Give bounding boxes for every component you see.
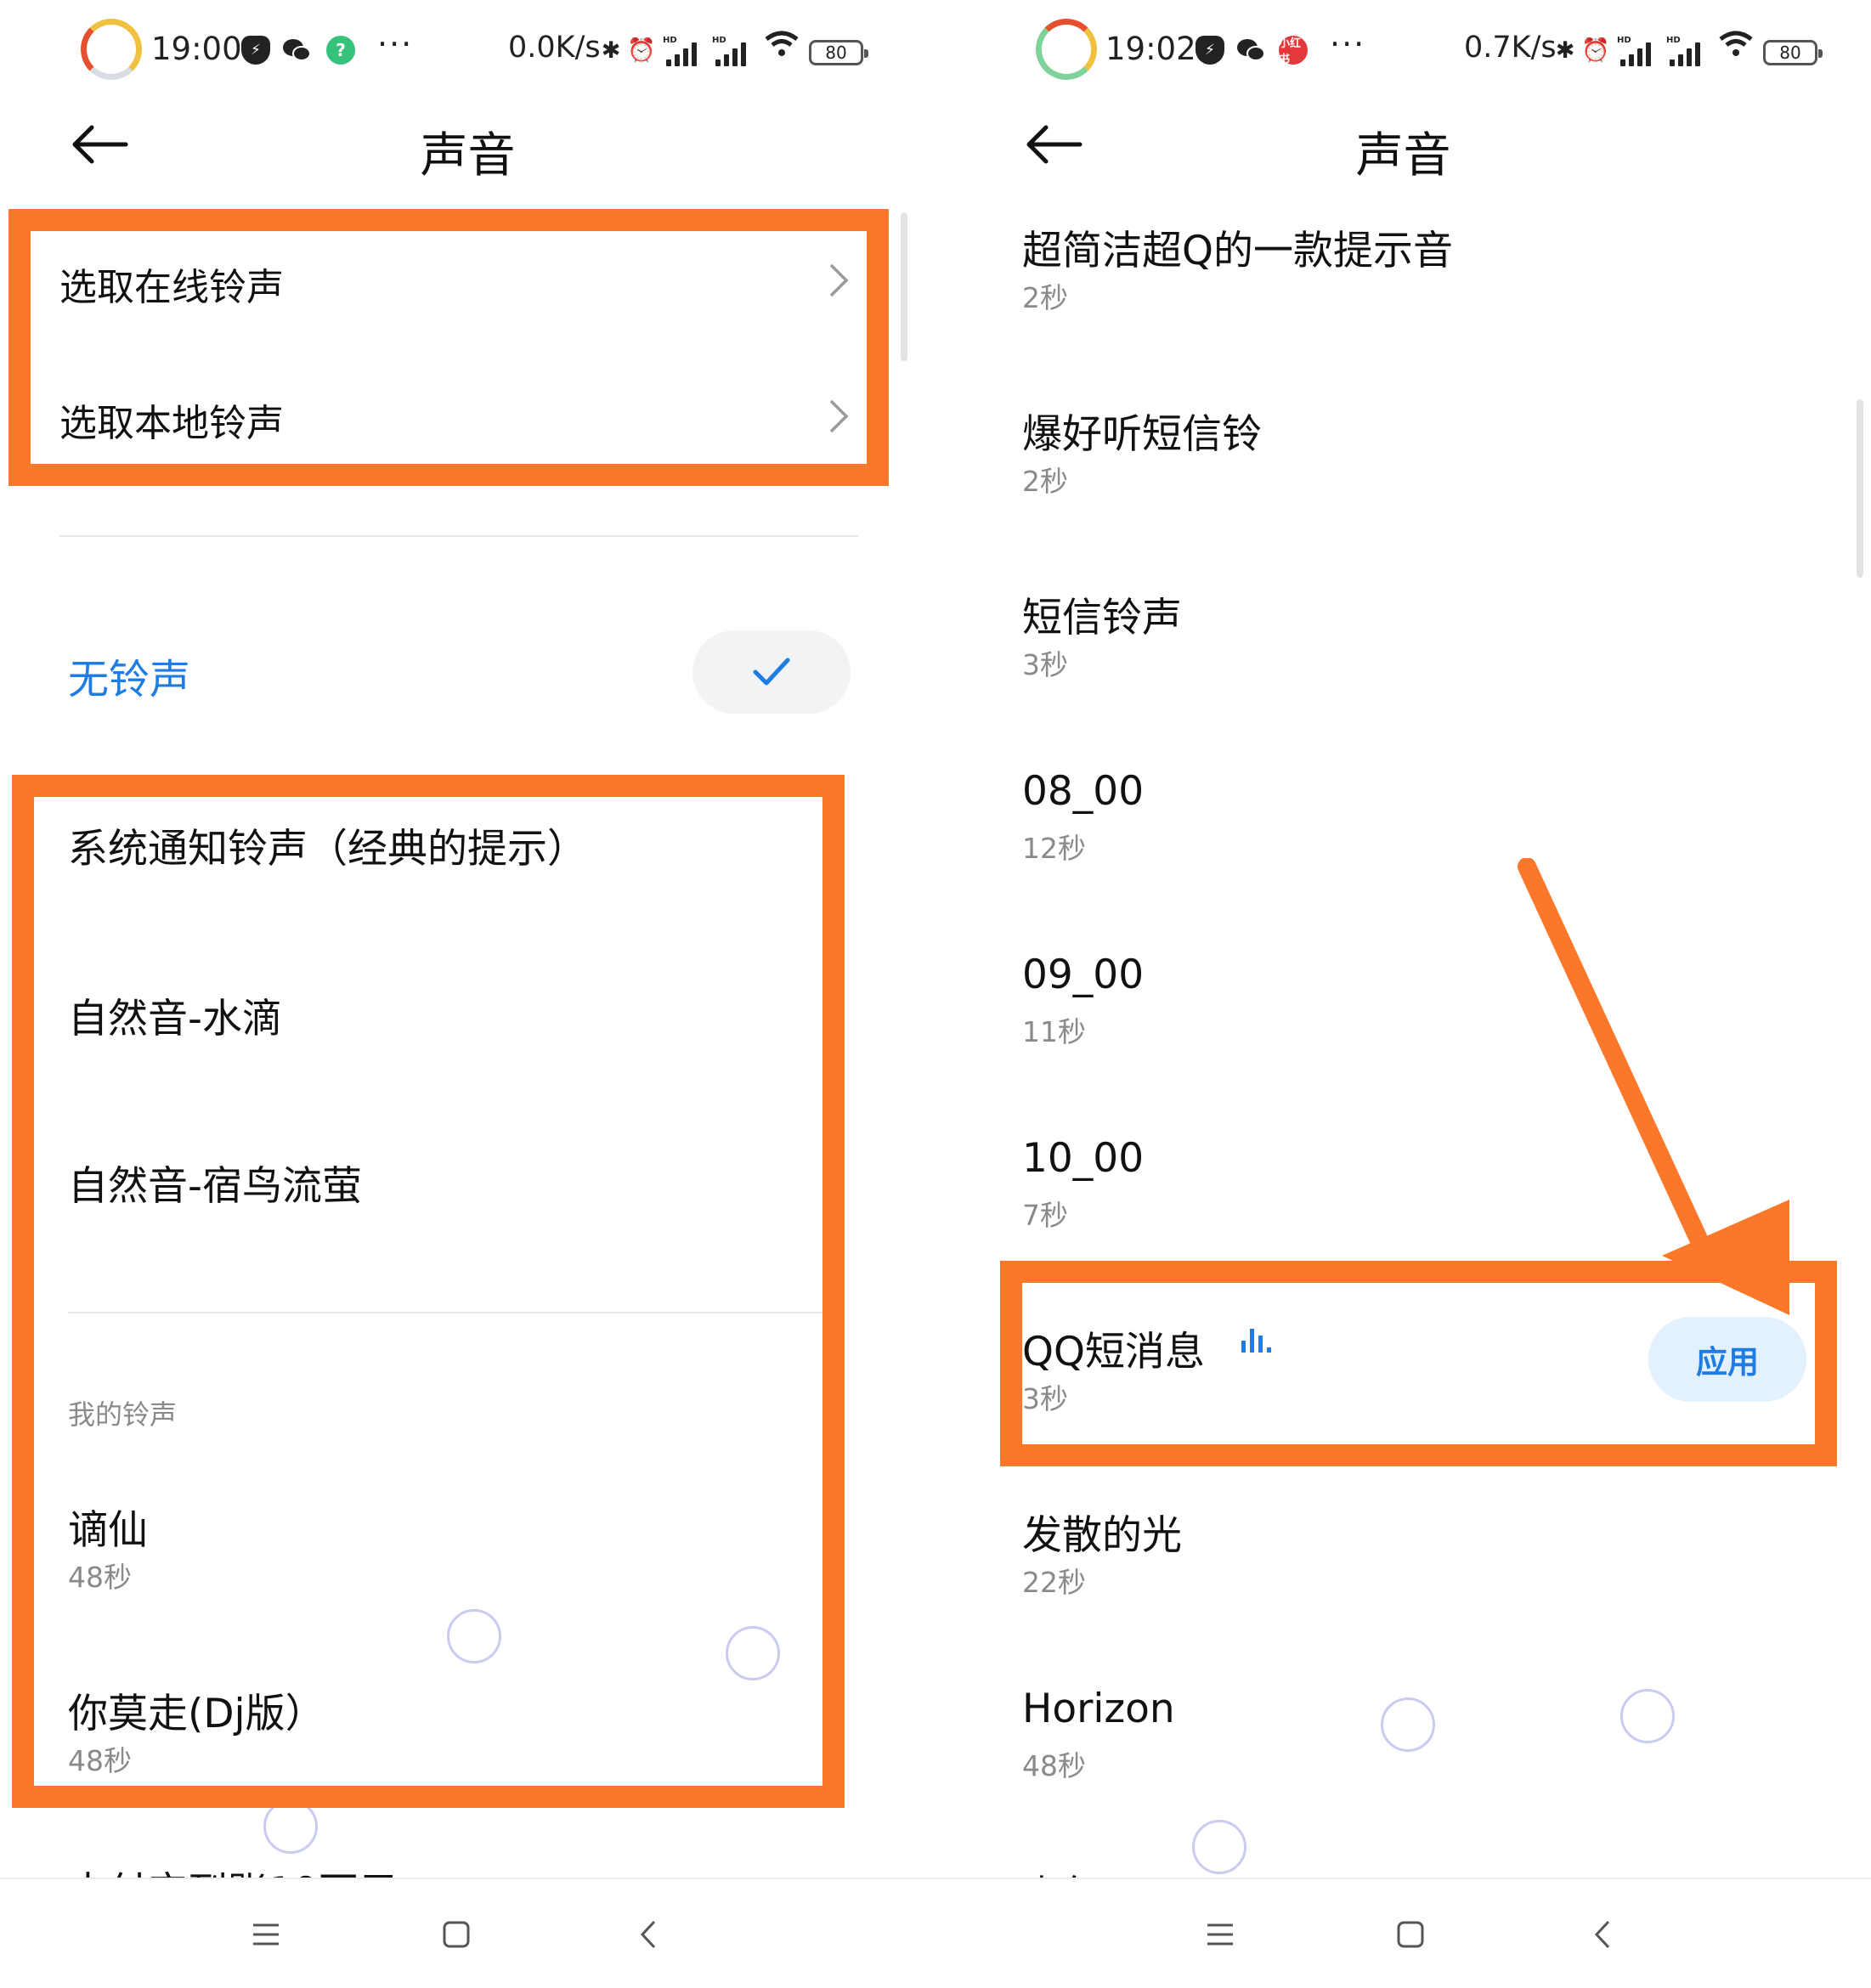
ringtone-item[interactable]: Horizon [1022,1686,1175,1732]
touch-indicator [1620,1689,1675,1743]
network-speed: 0.7K/s [1464,31,1557,65]
status-bar: 19:02 ⚡ 小红书 ··· 0.7K/s ✱ ⏰ HD HD 80 [935,19,1871,87]
ringtone-duration: 22秒 [1022,1566,1086,1599]
ringtone-duration: 2秒 [1022,465,1068,498]
more-notifications-icon: ··· [377,25,414,63]
ringtone-item[interactable]: 爆好听短信铃 [1022,401,1262,460]
help-icon: ? [326,36,355,65]
xiaohongshu-icon: 小红书 [1279,36,1308,66]
battery-icon: 80 [1763,40,1823,65]
home-square-icon[interactable] [435,1913,478,1956]
ringtone-duration: 3秒 [1022,648,1068,681]
battery-icon: 80 [809,40,868,65]
scrollbar[interactable] [901,212,907,361]
back-chevron-icon[interactable] [1583,1913,1625,1956]
back-chevron-icon[interactable] [629,1913,671,1956]
scrollbar[interactable] [1857,399,1863,578]
more-notifications-icon: ··· [1330,25,1366,63]
apply-button[interactable]: 应用 [1648,1317,1806,1402]
menu-icon[interactable] [1199,1913,1241,1956]
activity-ring-icon [1036,19,1097,80]
alarm-icon: ⏰ [627,37,656,64]
ringtone-item[interactable]: 08_00 [1022,768,1144,815]
status-bar: 19:00 ⚡ ? ··· 0.0K/s ✱ ⏰ HD HD 80 [0,19,935,87]
signal-icon [1620,34,1651,66]
ringtone-item[interactable]: 09_00 [1022,952,1144,998]
bluetooth-icon: ✱ [1555,37,1575,64]
ringtone-item[interactable]: 10_00 [1022,1135,1144,1182]
highlight-box [12,775,845,1808]
status-time: 19:00 [151,31,242,67]
wechat-icon [282,36,311,65]
checkmark-icon [753,658,790,686]
shield-icon: ⚡ [1196,36,1224,65]
ringtone-duration: 2秒 [1022,281,1068,314]
signal-icon [666,34,697,66]
touch-indicator [1192,1820,1246,1874]
ringtone-duration: 12秒 [1022,832,1086,865]
signal-icon-2 [715,34,746,66]
ringtone-duration: 7秒 [1022,1199,1068,1232]
menu-icon[interactable] [245,1913,287,1956]
ringtone-item[interactable]: 发散的光 [1022,1502,1182,1561]
ringtone-duration: 11秒 [1022,1015,1086,1048]
highlight-box [8,209,889,486]
activity-ring-icon [81,19,142,80]
selected-indicator[interactable] [692,630,851,714]
page-title: 声音 [1355,128,1451,184]
no-ringtone-option[interactable]: 无铃声 [68,646,190,705]
alarm-icon: ⏰ [1581,37,1610,64]
status-time: 19:02 [1105,31,1196,67]
navigation-bar [0,1878,935,1988]
ringtone-item[interactable]: 超简洁超Q的一款提示音 [1022,217,1453,276]
left-screen: 19:00 ⚡ ? ··· 0.0K/s ✱ ⏰ HD HD 80 声音 选取在… [0,0,935,1988]
wifi-icon [765,31,799,65]
network-speed: 0.0K/s [508,31,601,65]
divider [59,535,858,537]
bluetooth-icon: ✱ [601,37,621,64]
page-title: 声音 [420,128,516,184]
ringtone-item[interactable]: 短信铃声 [1022,585,1182,643]
right-screen: 19:02 ⚡ 小红书 ··· 0.7K/s ✱ ⏰ HD HD 80 声音 超… [935,0,1871,1988]
touch-indicator [1381,1697,1435,1752]
shield-icon: ⚡ [241,36,270,65]
pointer-arrow-icon [1518,858,1789,1315]
navigation-bar [935,1878,1871,1988]
wifi-icon [1719,31,1753,65]
signal-icon-2 [1670,34,1700,66]
home-square-icon[interactable] [1389,1913,1432,1956]
wechat-icon [1236,36,1265,65]
ringtone-duration: 48秒 [1022,1749,1086,1782]
